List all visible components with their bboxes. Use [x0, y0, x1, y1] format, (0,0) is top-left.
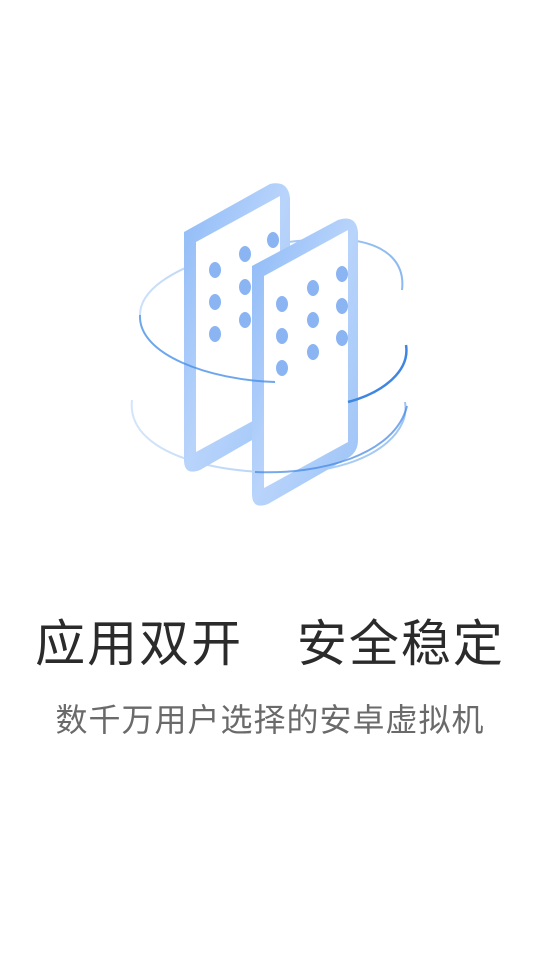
- splash-screen: 应用双开 安全稳定 数千万用户选择的安卓虚拟机: [0, 0, 540, 960]
- subline: 数千万用户选择的安卓虚拟机: [55, 701, 485, 739]
- headline: 应用双开 安全稳定: [35, 615, 505, 673]
- dual-phones-icon: [130, 183, 408, 506]
